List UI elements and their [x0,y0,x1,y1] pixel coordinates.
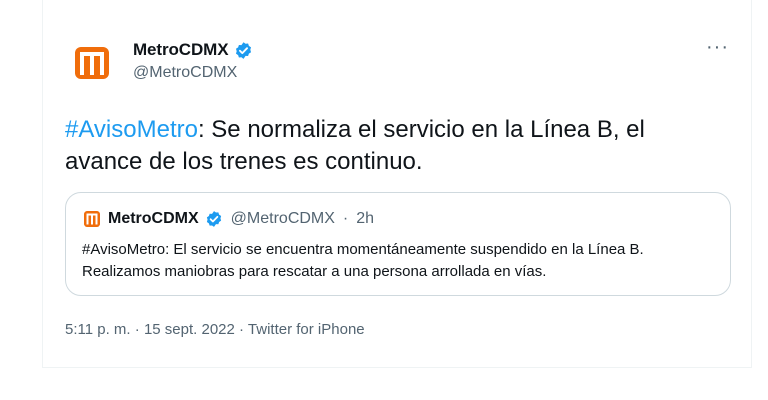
avatar[interactable] [67,38,117,88]
tweet-date[interactable]: 15 sept. 2022 [144,321,235,338]
tweet-time[interactable]: 5:11 p. m. [65,321,131,338]
quoted-tweet-header: MetroCDMX @MetroCDMX · 2h [82,209,374,229]
tweet-source[interactable]: Twitter for iPhone [248,321,365,338]
quoted-author-name: MetroCDMX [108,210,199,227]
quoted-avatar[interactable] [82,209,102,229]
timestamp-separator: · [130,321,144,338]
quoted-time[interactable]: 2h [356,210,374,228]
quoted-author-handle: @MetroCDMX [230,210,335,227]
quoted-tweet[interactable]: MetroCDMX @MetroCDMX · 2h #AvisoMetro: E… [65,192,731,296]
author-name-row[interactable]: MetroCDMX [133,40,253,60]
verified-badge-icon [236,41,252,59]
metro-logo-icon [84,211,100,227]
quoted-separator: · [342,210,349,227]
verified-badge-icon [206,211,221,227]
tweet-text: #AvisoMetro: Se normaliza el servicio en… [65,114,725,178]
tweet-card: MetroCDMX @MetroCDMX ··· #AvisoMetro: Se… [42,0,752,368]
more-options-icon[interactable]: ··· [706,36,729,59]
author-handle[interactable]: @MetroCDMX [133,64,237,82]
author-name[interactable]: MetroCDMX [133,40,229,60]
metro-logo-icon [75,47,109,79]
quoted-tweet-text: #AvisoMetro: El servicio se encuentra mo… [82,241,644,280]
timestamp-separator: · [234,321,248,338]
hashtag-link[interactable]: #AvisoMetro [65,116,198,143]
tweet-timestamp: 5:11 p. m. · 15 sept. 2022 · Twitter for… [65,321,365,338]
